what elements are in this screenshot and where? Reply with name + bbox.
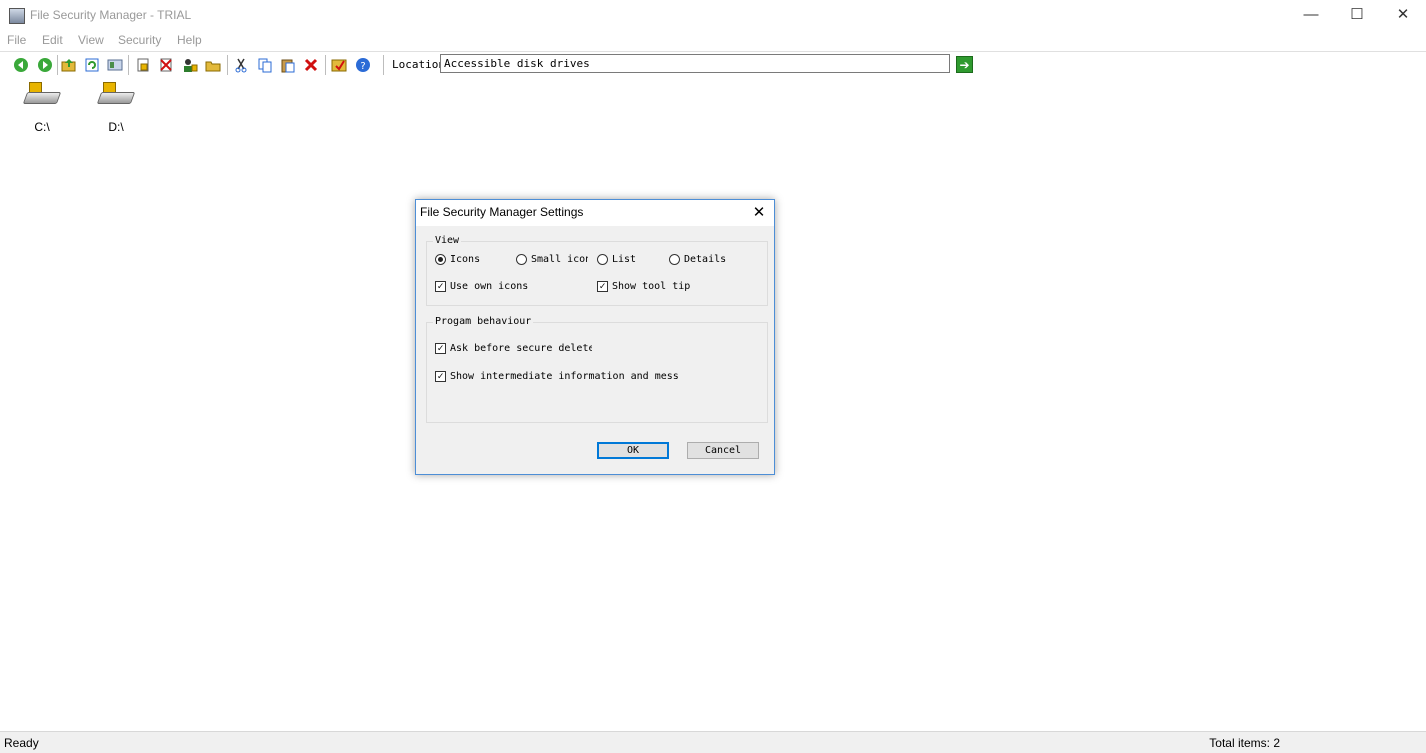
paste-icon[interactable]: [279, 56, 297, 74]
svg-text:?: ?: [360, 61, 365, 72]
checkbox-checked-icon: ✓: [435, 343, 446, 354]
menu-bar: File Edit View Security Help: [0, 30, 1426, 50]
unlock-file-icon[interactable]: [157, 56, 175, 74]
location-input[interactable]: Accessible disk drives: [440, 54, 950, 73]
checkbox-checked-icon: ✓: [597, 281, 608, 292]
radio-details[interactable]: Details: [669, 254, 761, 265]
drive-label: D:\: [108, 120, 124, 134]
item-count: Total items: 2: [1209, 736, 1280, 750]
close-button[interactable]: ✕: [1380, 0, 1426, 30]
lock-file-icon[interactable]: [134, 56, 152, 74]
view-group-label: View: [433, 235, 462, 246]
behaviour-group: Progam behaviour ✓ Ask before secure del…: [426, 316, 768, 423]
view-icon[interactable]: [106, 56, 124, 74]
cancel-button[interactable]: Cancel: [687, 442, 759, 459]
copy-icon[interactable]: [256, 56, 274, 74]
app-icon[interactable]: [9, 8, 25, 24]
go-button[interactable]: ➔: [956, 56, 973, 73]
check-show-tool-tips[interactable]: ✓ Show tool tips: [597, 281, 690, 292]
radio-button-icon: [516, 254, 527, 265]
check-use-own-icons[interactable]: ✓ Use own icons: [435, 281, 585, 292]
radio-icons[interactable]: Icons: [435, 254, 511, 265]
menu-security[interactable]: Security: [118, 33, 161, 47]
refresh-icon[interactable]: [83, 56, 101, 74]
radio-list[interactable]: List: [597, 254, 663, 265]
checkbox-checked-icon: ✓: [435, 371, 446, 382]
menu-file[interactable]: File: [7, 33, 26, 47]
dialog-title: File Security Manager Settings: [420, 205, 584, 219]
toolbar: ? Location Accessible disk drives ➔: [0, 51, 1426, 79]
help-icon[interactable]: ?: [354, 56, 372, 74]
radio-button-icon: [597, 254, 608, 265]
open-folder-icon[interactable]: [204, 56, 222, 74]
radio-button-icon: [669, 254, 680, 265]
menu-view[interactable]: View: [78, 33, 104, 47]
radio-button-icon: [435, 254, 446, 265]
dialog-close-button[interactable]: ✕: [744, 200, 774, 226]
location-label: Location: [392, 58, 445, 71]
locked-drive-icon: [96, 82, 136, 106]
back-icon[interactable]: [12, 56, 30, 74]
status-text: Ready: [4, 736, 39, 750]
forward-icon[interactable]: [36, 56, 54, 74]
user-security-icon[interactable]: [181, 56, 199, 74]
drive-item[interactable]: D:\: [91, 82, 141, 134]
window-title: File Security Manager - TRIAL: [30, 8, 192, 22]
menu-edit[interactable]: Edit: [42, 33, 63, 47]
check-show-intermediate-info[interactable]: ✓ Show intermediate information and mess…: [435, 371, 679, 382]
up-folder-icon[interactable]: [60, 56, 78, 74]
check-ask-before-delete[interactable]: ✓ Ask before secure delete: [435, 343, 592, 354]
dialog-title-bar: File Security Manager Settings ✕: [416, 200, 774, 226]
locked-drive-icon: [22, 82, 62, 106]
menu-help[interactable]: Help: [177, 33, 202, 47]
title-bar: File Security Manager - TRIAL — ☐ ✕: [0, 0, 1426, 30]
minimize-button[interactable]: —: [1288, 0, 1334, 30]
status-bar: Ready Total items: 2: [0, 731, 1426, 753]
settings-icon[interactable]: [330, 56, 348, 74]
checkbox-checked-icon: ✓: [435, 281, 446, 292]
behaviour-group-label: Progam behaviour: [433, 316, 534, 327]
cut-icon[interactable]: [232, 56, 250, 74]
settings-dialog: File Security Manager Settings ✕ View Ic…: [415, 199, 775, 475]
ok-button[interactable]: OK: [597, 442, 669, 459]
maximize-button[interactable]: ☐: [1334, 0, 1380, 30]
drive-item[interactable]: C:\: [17, 82, 67, 134]
view-group: View Icons Small icons List Details ✓ Us…: [426, 235, 768, 306]
radio-small-icons[interactable]: Small icons: [516, 254, 588, 265]
drive-label: C:\: [34, 120, 50, 134]
delete-icon[interactable]: [302, 56, 320, 74]
